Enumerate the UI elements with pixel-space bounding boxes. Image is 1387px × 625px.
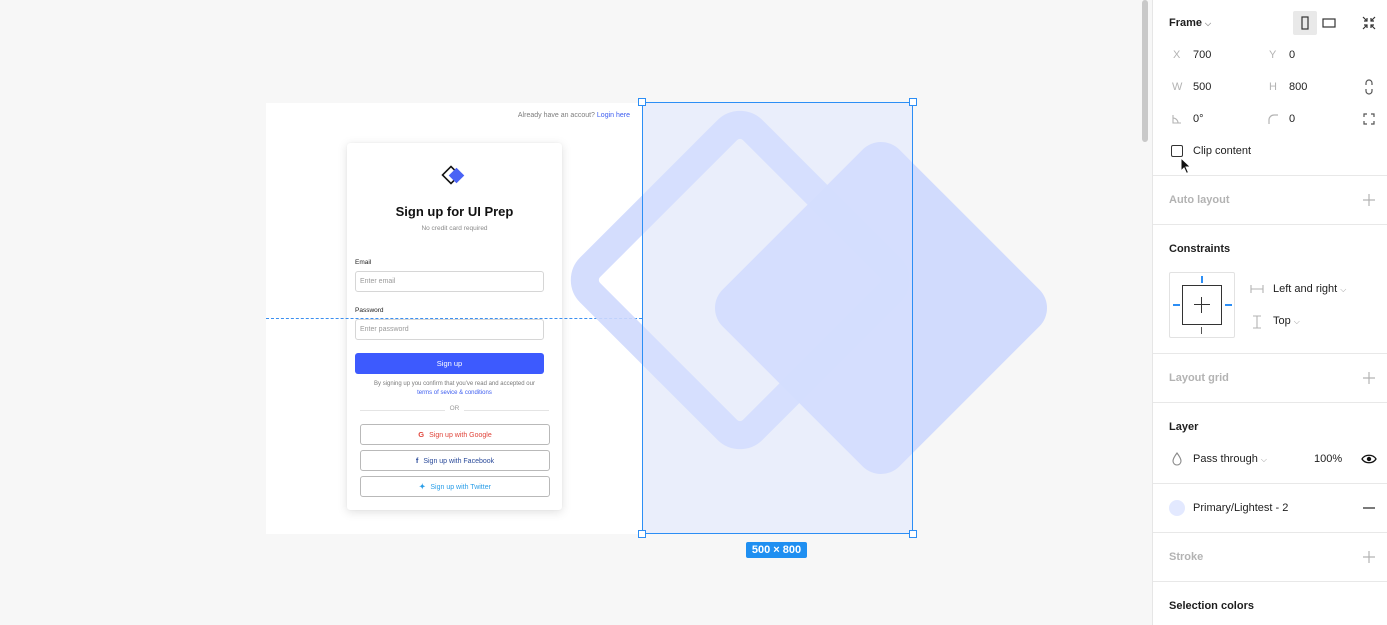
h-label: H <box>1269 81 1277 93</box>
divider <box>1153 483 1387 484</box>
google-signup-button[interactable]: G Sign up with Google <box>360 424 550 445</box>
remove-fill-icon[interactable] <box>1363 502 1375 514</box>
twitter-signup-label: Sign up with Twitter <box>430 484 491 491</box>
stroke-title: Stroke <box>1169 551 1204 563</box>
constrain-proportions-icon[interactable] <box>1363 79 1375 95</box>
constraints-title: Constraints <box>1169 243 1231 255</box>
eye-icon[interactable] <box>1361 452 1377 466</box>
frame-section-title[interactable]: Frame ⌵ <box>1169 17 1211 29</box>
or-divider: OR <box>360 405 549 415</box>
facebook-signup-label: Sign up with Facebook <box>423 458 495 465</box>
divider <box>1153 581 1387 582</box>
fill-style-name[interactable]: Primary/Lightest - 2 <box>1193 502 1288 514</box>
design-canvas[interactable]: Already have an accout? Login here Sign … <box>0 0 1141 625</box>
add-auto-layout-icon[interactable] <box>1363 194 1375 206</box>
scrollbar-thumb[interactable] <box>1142 0 1148 142</box>
facebook-icon: f <box>415 456 419 465</box>
horizontal-constraint-value: Left and right <box>1273 283 1338 295</box>
or-label: OR <box>449 405 460 412</box>
resize-handle-bottom-left[interactable] <box>638 530 646 538</box>
portrait-orientation-button[interactable] <box>1293 11 1317 35</box>
twitter-signup-button[interactable]: ✦ Sign up with Twitter <box>360 476 550 497</box>
collapse-icon <box>1362 16 1376 30</box>
divider <box>1153 353 1387 354</box>
clip-content-label: Clip content <box>1193 145 1252 157</box>
corner-radius-icon <box>1268 114 1278 124</box>
vertical-constraint-icon <box>1253 315 1261 329</box>
portrait-icon <box>1301 16 1309 30</box>
x-label: X <box>1173 49 1181 61</box>
independent-corners-icon[interactable] <box>1363 113 1375 125</box>
twitter-icon: ✦ <box>419 482 426 491</box>
landscape-orientation-button[interactable] <box>1317 11 1341 35</box>
google-signup-label: Sign up with Google <box>429 432 492 439</box>
add-layout-grid-icon[interactable] <box>1363 372 1375 384</box>
width-input[interactable]: 500 <box>1193 81 1211 93</box>
x-input[interactable]: 700 <box>1193 49 1211 61</box>
rotation-input[interactable]: 0° <box>1193 113 1204 125</box>
landscape-icon <box>1322 18 1336 28</box>
opacity-input[interactable]: 100% <box>1314 453 1342 465</box>
divider <box>1153 175 1387 176</box>
terms-link[interactable]: terms of sevice & conditions <box>417 390 492 396</box>
divider <box>1153 224 1387 225</box>
divider <box>1153 532 1387 533</box>
frame-title: Frame <box>1169 17 1203 29</box>
size-badge: 500 × 800 <box>746 542 807 558</box>
blend-drop-icon <box>1172 452 1182 466</box>
clip-content-checkbox[interactable] <box>1171 145 1183 157</box>
properties-panel: Frame ⌵ X 700 Y 0 W 500 H 800 0° 0 Clip c… <box>1152 0 1387 625</box>
resize-handle-top-left[interactable] <box>638 98 646 106</box>
resize-handle-bottom-right[interactable] <box>909 530 917 538</box>
add-stroke-icon[interactable] <box>1363 551 1375 563</box>
google-icon: G <box>418 430 425 439</box>
horizontal-constraint-icon <box>1250 285 1264 293</box>
chevron-down-icon: ⌵ <box>1340 285 1347 294</box>
auto-layout-title: Auto layout <box>1169 194 1230 206</box>
terms-copy: By signing up you confirm that you've re… <box>374 381 535 387</box>
blend-mode-value: Pass through <box>1193 453 1258 465</box>
horizontal-constraint-select[interactable]: Left and right ⌵ <box>1273 283 1346 295</box>
selected-frame[interactable] <box>638 98 917 538</box>
signup-button[interactable]: Sign up <box>355 353 544 374</box>
vertical-constraint-select[interactable]: Top ⌵ <box>1273 315 1300 327</box>
email-label: Email <box>355 259 372 266</box>
chevron-down-icon: ⌵ <box>1293 317 1300 326</box>
y-input[interactable]: 0 <box>1289 49 1295 61</box>
selection-colors-title: Selection colors <box>1169 600 1254 612</box>
password-label: Password <box>355 307 384 314</box>
layer-title: Layer <box>1169 421 1199 433</box>
fill-color-swatch[interactable] <box>1169 500 1185 516</box>
layout-grid-title: Layout grid <box>1169 372 1229 384</box>
password-field[interactable]: Enter password <box>355 319 544 340</box>
chevron-down-icon: ⌵ <box>1260 455 1267 464</box>
constraints-widget[interactable] <box>1169 272 1235 338</box>
height-input[interactable]: 800 <box>1289 81 1307 93</box>
mouse-cursor-icon <box>1180 157 1192 175</box>
divider <box>1153 402 1387 403</box>
w-label: W <box>1172 81 1183 93</box>
facebook-signup-button[interactable]: f Sign up with Facebook <box>360 450 550 471</box>
resize-handle-top-right[interactable] <box>909 98 917 106</box>
ui-prep-logo-icon <box>441 165 465 185</box>
y-label: Y <box>1269 49 1277 61</box>
vertical-constraint-value: Top <box>1273 315 1291 327</box>
canvas-scrollbar[interactable] <box>1141 0 1152 625</box>
resize-to-fit-button[interactable] <box>1357 11 1381 35</box>
email-field[interactable]: Enter email <box>355 271 544 292</box>
blend-mode-select[interactable]: Pass through ⌵ <box>1193 453 1267 465</box>
chevron-down-icon: ⌵ <box>1205 19 1212 28</box>
corner-radius-input[interactable]: 0 <box>1289 113 1295 125</box>
rotation-icon <box>1172 115 1181 124</box>
